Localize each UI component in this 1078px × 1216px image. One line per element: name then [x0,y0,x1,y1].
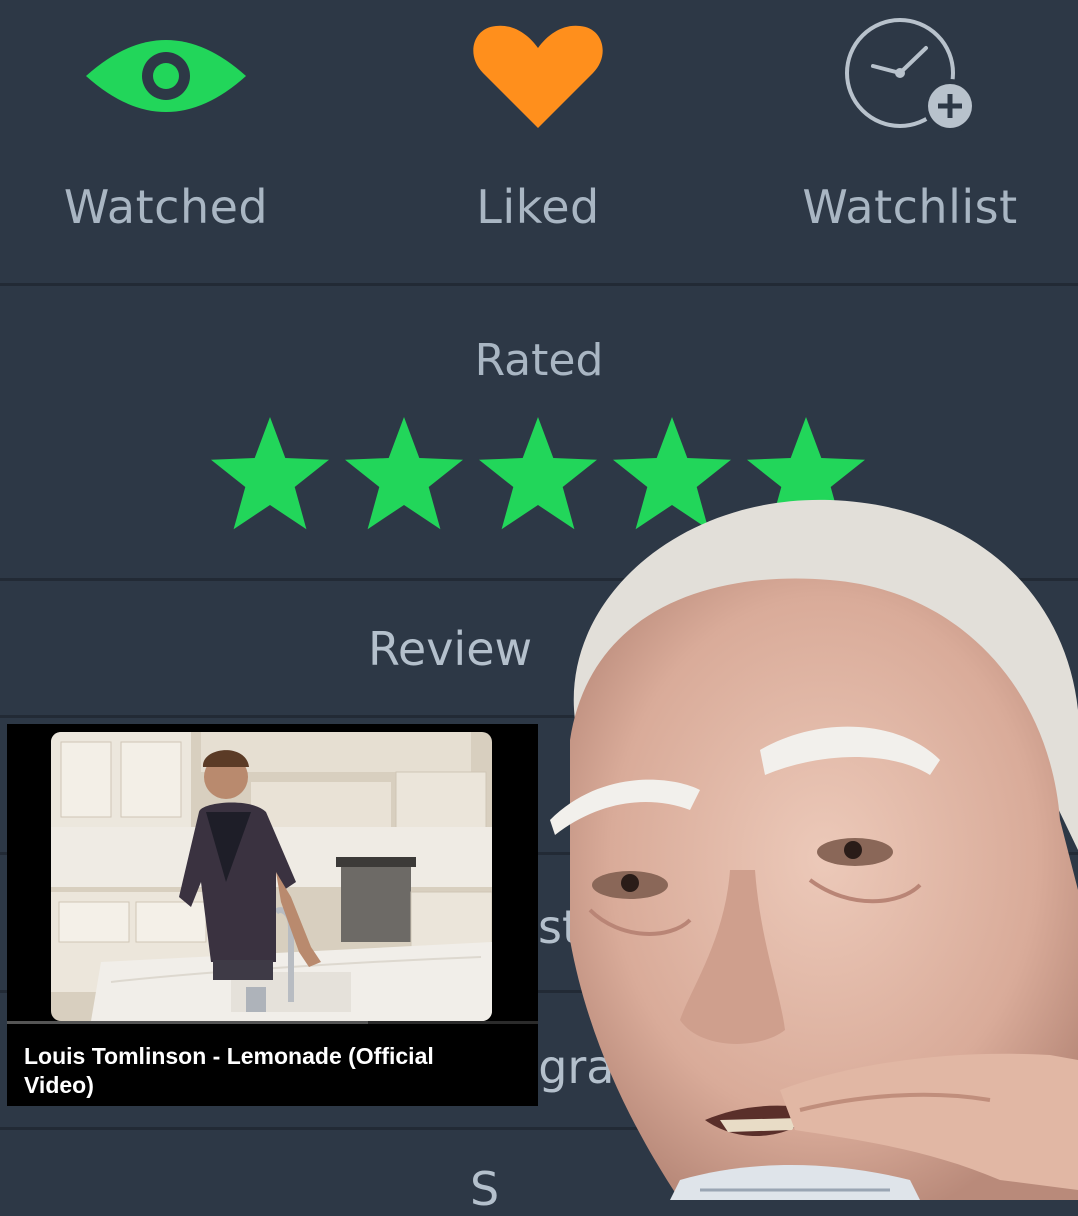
divider [0,283,1078,286]
watchlist-label: Watchlist [802,180,1018,234]
rated-label: Rated [474,335,604,386]
rating-star-icon[interactable] [211,417,329,530]
rating-star-icon[interactable] [345,417,463,530]
video-progress-bar[interactable] [7,1021,538,1024]
heart-icon [388,18,688,138]
liked-label: Liked [476,180,600,234]
eye-icon [16,18,316,138]
video-thumbnail[interactable] [51,732,492,1021]
review-row[interactable]: Review [368,622,532,676]
video-title: Louis Tomlinson - Lemonade (Official Vid… [24,1043,434,1098]
person-photo [550,499,1078,1200]
partial-row-text[interactable]: S [470,1162,499,1216]
video-card[interactable]: Louis Tomlinson - Lemonade (Official Vid… [7,724,538,1106]
clock-plus-icon [760,18,1060,138]
watched-label: Watched [63,180,269,234]
